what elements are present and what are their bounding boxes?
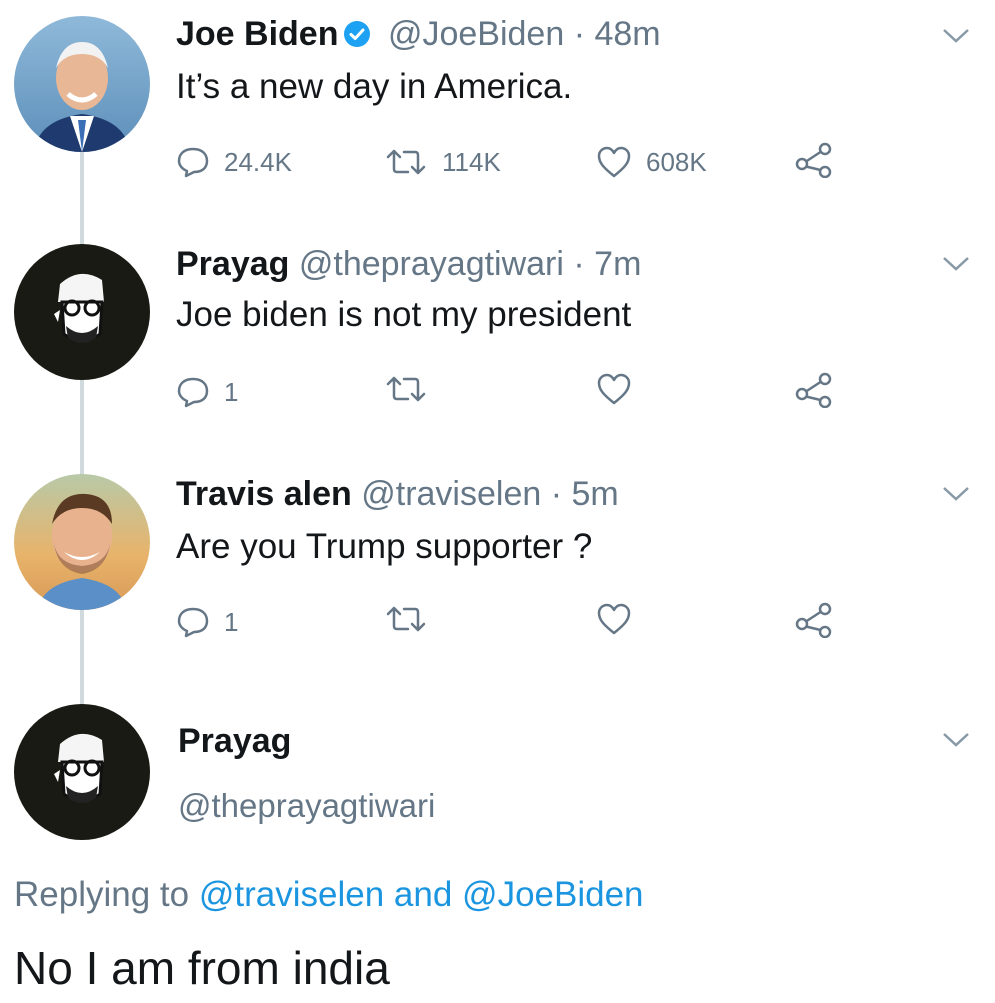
verified-badge-icon xyxy=(342,18,372,48)
share-icon xyxy=(795,602,832,638)
author-handle[interactable]: @theprayagtiwari xyxy=(178,786,435,826)
author-name[interactable]: Prayag xyxy=(176,245,289,283)
share-icon xyxy=(795,372,832,408)
avatar-prayag[interactable] xyxy=(14,244,150,380)
tweet-actions: 1 xyxy=(176,372,856,412)
like-icon xyxy=(597,146,631,178)
tweet-header: Prayag @theprayagtiwari · 7m xyxy=(176,244,641,284)
timestamp[interactable]: 7m xyxy=(594,245,641,283)
reply-button[interactable]: 1 xyxy=(176,602,238,642)
separator: · xyxy=(573,15,586,53)
tweet-actions: 1 xyxy=(176,602,856,642)
replying-to: Replying to @traviselen and @JoeBiden xyxy=(14,873,644,917)
retweet-button[interactable]: 114K xyxy=(384,142,501,182)
like-button[interactable]: 608K xyxy=(596,142,707,182)
reply-icon xyxy=(177,377,209,408)
retweet-icon xyxy=(386,606,426,632)
like-button[interactable] xyxy=(596,372,646,406)
avatar-joe-biden[interactable] xyxy=(14,16,150,152)
retweet-icon xyxy=(386,376,426,402)
chevron-down-icon[interactable] xyxy=(941,730,971,750)
separator: · xyxy=(550,475,563,513)
author-handle[interactable]: @JoeBiden xyxy=(388,15,564,53)
reply-button[interactable]: 1 xyxy=(176,372,238,412)
timestamp[interactable]: 48m xyxy=(594,15,660,53)
author-handle[interactable]: @traviselen xyxy=(361,475,541,513)
avatar-travis-alen[interactable] xyxy=(14,474,150,610)
chevron-down-icon[interactable] xyxy=(941,254,971,274)
timestamp[interactable]: 5m xyxy=(572,475,619,513)
reply-count: 1 xyxy=(224,377,239,407)
like-icon xyxy=(597,373,631,405)
author-name[interactable]: Prayag xyxy=(178,721,291,761)
avatar-prayag[interactable] xyxy=(14,704,150,840)
retweet-button[interactable] xyxy=(384,602,442,636)
mention-link[interactable]: @JoeBiden xyxy=(462,875,643,914)
reply-count: 1 xyxy=(224,607,239,637)
author-handle[interactable]: @theprayagtiwari xyxy=(299,245,564,283)
like-icon xyxy=(597,603,631,635)
tweet[interactable]: Joe Biden @JoeBiden · 48m It’s a new day… xyxy=(0,0,995,230)
mention-link[interactable]: @traviselen xyxy=(199,875,384,914)
retweet-count: 114K xyxy=(442,147,501,177)
tweet[interactable]: Travis alen @traviselen · 5m Are you Tru… xyxy=(0,462,995,690)
author-name[interactable]: Joe Biden xyxy=(176,15,338,53)
reply-count: 24.4K xyxy=(224,147,292,177)
tweet-header: Joe Biden @JoeBiden · 48m xyxy=(176,14,661,54)
reply-icon xyxy=(177,607,209,638)
share-button[interactable] xyxy=(794,602,834,638)
tweet-text: Are you Trump supporter ? xyxy=(176,527,593,566)
tweet-header: Travis alen @traviselen · 5m xyxy=(176,474,619,514)
tweet-text: It’s a new day in America. xyxy=(176,67,573,106)
separator: · xyxy=(573,245,585,283)
tweet-actions: 24.4K 114K 608K xyxy=(176,142,856,182)
share-button[interactable] xyxy=(794,372,834,408)
tweet[interactable]: Prayag @theprayagtiwari · 7m Joe biden i… xyxy=(0,232,995,460)
chevron-down-icon[interactable] xyxy=(941,484,971,504)
like-button[interactable] xyxy=(596,602,646,636)
replying-and: and xyxy=(393,875,453,914)
focused-tweet-text: No I am from india xyxy=(14,942,390,994)
share-button[interactable] xyxy=(794,142,834,178)
tweet-text: Joe biden is not my president xyxy=(176,295,632,334)
replying-to-label: Replying to xyxy=(14,875,190,914)
retweet-icon xyxy=(386,149,426,175)
chevron-down-icon[interactable] xyxy=(941,26,971,46)
retweet-button[interactable] xyxy=(384,372,442,406)
share-icon xyxy=(795,142,832,178)
reply-button[interactable]: 24.4K xyxy=(176,142,292,182)
like-count: 608K xyxy=(646,147,707,177)
author-name[interactable]: Travis alen xyxy=(176,475,352,513)
reply-icon xyxy=(177,147,209,178)
